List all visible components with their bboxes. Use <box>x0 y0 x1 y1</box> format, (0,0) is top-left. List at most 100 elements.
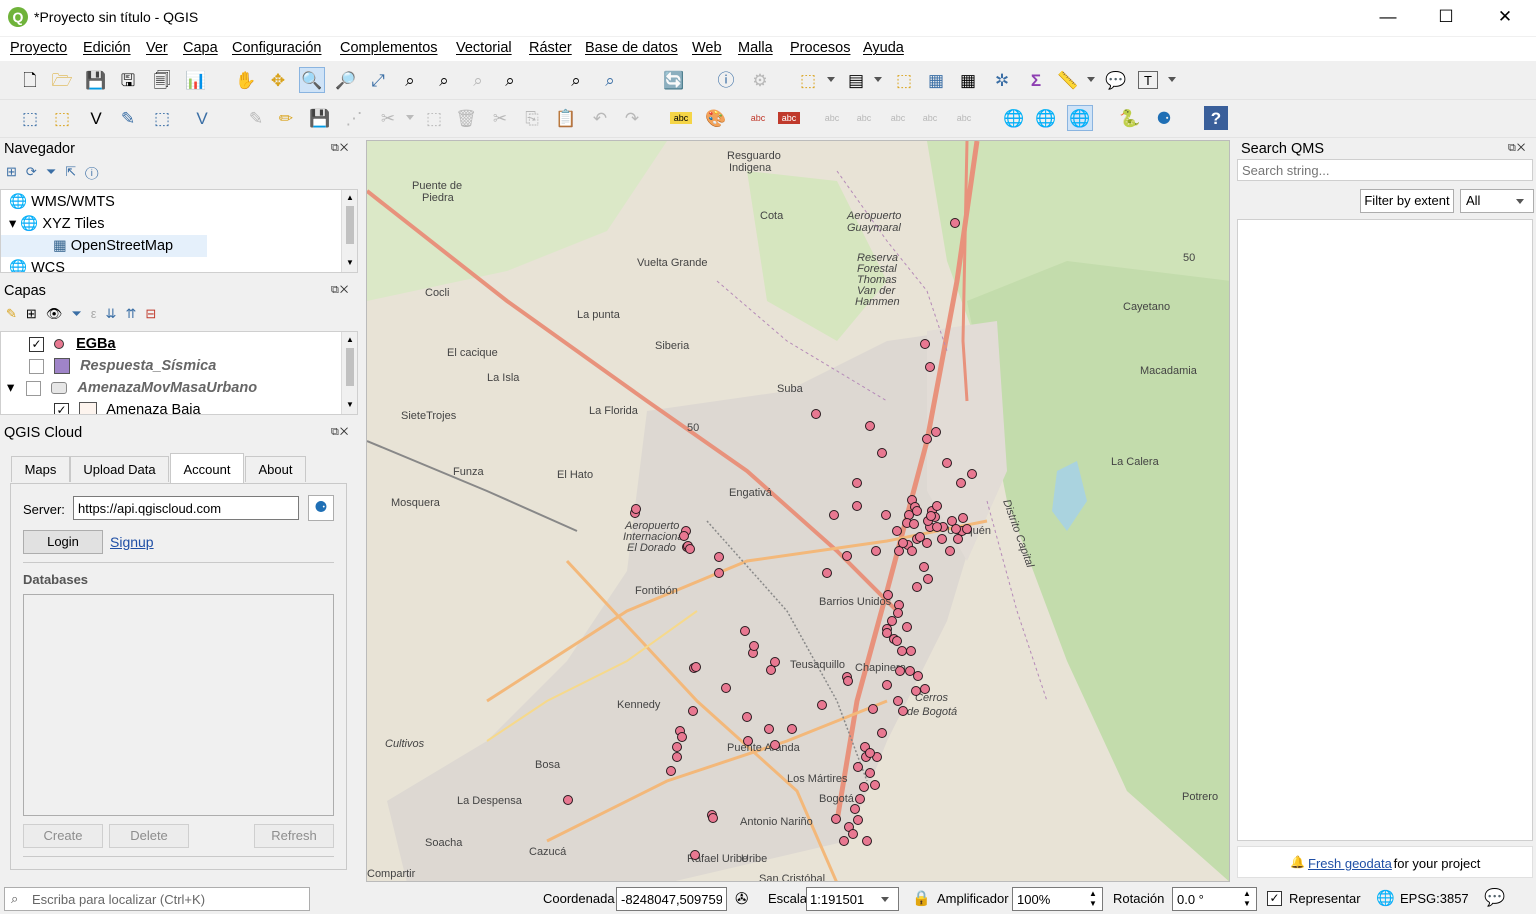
egba-point[interactable] <box>907 546 917 556</box>
undo-icon[interactable]: ↶ <box>588 106 612 130</box>
layers-scrollbar[interactable]: ▲ ▼ <box>341 332 357 414</box>
manage-themes-icon[interactable]: 👁 <box>46 306 72 321</box>
temporal-icon[interactable]: ⌕ <box>598 68 622 92</box>
maximize-button[interactable]: ☐ <box>1417 0 1475 36</box>
virtual-layer-icon[interactable]: V <box>190 106 214 130</box>
egba-point[interactable] <box>766 665 776 675</box>
egba-point[interactable] <box>852 478 862 488</box>
render-checkbox[interactable]: ✓ <box>1267 891 1282 906</box>
egba-point[interactable] <box>932 522 942 532</box>
tab-upload-data[interactable]: Upload Data <box>70 456 169 482</box>
python-console-icon[interactable]: 🐍 <box>1118 106 1142 130</box>
new-temp-layer-icon[interactable]: ✎ <box>116 106 140 130</box>
pan-icon[interactable]: ✋ <box>234 68 258 92</box>
egba-point[interactable] <box>942 458 952 468</box>
layer-labeling-icon[interactable]: 🎨 <box>704 106 728 130</box>
extents-toggle-icon[interactable]: ✇ <box>735 889 748 909</box>
egba-point[interactable] <box>931 427 941 437</box>
egba-point[interactable] <box>666 766 676 776</box>
egba-point[interactable] <box>877 448 887 458</box>
crs-label[interactable]: EPSG:3857 <box>1400 891 1469 906</box>
zoom-native-icon[interactable]: ⌕ <box>466 68 490 92</box>
cloud-plugin-icon[interactable]: ⚈ <box>1152 106 1176 130</box>
egba-point[interactable] <box>911 686 921 696</box>
digitize-icon[interactable]: ⋰ <box>342 106 366 130</box>
menu-ver[interactable]: Ver <box>146 40 168 56</box>
field-calculator-icon[interactable]: ▦ <box>956 68 980 92</box>
cloud-connect-icon[interactable]: ⚈ <box>308 495 334 521</box>
layers-panel-controls-icon[interactable]: ⧉✕ <box>331 284 349 297</box>
add-selected-icon[interactable]: ⊞ <box>6 164 26 179</box>
messages-icon[interactable]: 💬 <box>1484 888 1505 908</box>
map-svg[interactable]: ResguardoIndigena Cota Puente dePiedra Aero… <box>367 141 1230 882</box>
minimize-button[interactable]: — <box>1359 0 1417 36</box>
egba-point[interactable] <box>848 829 858 839</box>
select-features-icon[interactable]: ⬚ <box>796 68 820 92</box>
nav-item-wms[interactable]: 🌐 WMS/WMTS <box>9 191 115 213</box>
layer-checkbox[interactable]: ✓ <box>29 336 44 352</box>
navigator-panel-controls-icon[interactable]: ⧉✕ <box>331 142 349 155</box>
nav-item-xyz[interactable]: ▾ 🌐 XYZ Tiles <box>9 213 104 235</box>
qms-panel-controls-icon[interactable]: ⧉✕ <box>1508 142 1526 155</box>
coordinate-input[interactable] <box>616 887 727 911</box>
egba-point[interactable] <box>853 815 863 825</box>
filter-expression-icon[interactable]: ε <box>91 306 106 321</box>
move-label-icon[interactable]: abc <box>820 106 844 130</box>
zoom-selection-icon[interactable]: ⌕ <box>398 68 422 92</box>
egba-point[interactable] <box>945 546 955 556</box>
egba-point[interactable] <box>742 712 752 722</box>
expander-icon[interactable]: ▾ <box>9 216 16 232</box>
egba-point[interactable] <box>688 706 698 716</box>
actions-icon[interactable]: ⚙ <box>748 68 772 92</box>
egba-point[interactable] <box>920 339 930 349</box>
zoom-out-icon[interactable]: 🔎 <box>334 68 358 92</box>
layer-item-egba[interactable]: ✓ EGBa <box>29 333 116 355</box>
paste-features-icon[interactable]: 📋 <box>554 106 578 130</box>
egba-point[interactable] <box>937 534 947 544</box>
layer-item-amenaza-baja[interactable]: ✓ Amenaza Baja <box>54 399 201 414</box>
egba-point[interactable] <box>920 684 930 694</box>
egba-point[interactable] <box>740 626 750 636</box>
open-project-icon[interactable]: 🗁 <box>50 68 74 92</box>
qms-search-icon[interactable]: 🌐 <box>1067 105 1093 131</box>
new-virtual-layer-icon[interactable]: ⬚ <box>150 106 174 130</box>
server-input[interactable] <box>73 496 299 520</box>
save-project-icon[interactable]: 💾 <box>84 68 108 92</box>
select-by-value-icon[interactable]: ▤ <box>844 68 868 92</box>
egba-point[interactable] <box>909 519 919 529</box>
vertex-tool-icon[interactable]: ✂ <box>376 106 400 130</box>
layer-checkbox[interactable] <box>29 358 44 374</box>
menu-procesos[interactable]: Procesos <box>790 40 850 56</box>
filter-legend-icon[interactable]: ⏷ <box>71 306 90 321</box>
egba-point[interactable] <box>893 696 903 706</box>
egba-point[interactable] <box>852 501 862 511</box>
expand-all-icon[interactable]: ⇊ <box>106 306 126 321</box>
egba-point[interactable] <box>922 434 932 444</box>
egba-point[interactable] <box>685 544 695 554</box>
layer-checkbox[interactable] <box>26 380 42 396</box>
measure-icon[interactable]: 📏 <box>1056 68 1080 92</box>
egba-point[interactable] <box>871 546 881 556</box>
egba-point[interactable] <box>749 641 759 651</box>
close-button[interactable]: ✕ <box>1476 0 1534 36</box>
egba-point[interactable] <box>843 676 853 686</box>
create-button[interactable]: Create <box>23 824 103 848</box>
menu-proyecto[interactable]: Proyecto <box>10 40 67 56</box>
new-map-view-icon[interactable]: ⌕ <box>564 68 588 92</box>
egba-point[interactable] <box>865 748 875 758</box>
egba-point[interactable] <box>708 813 718 823</box>
egba-point[interactable] <box>850 804 860 814</box>
properties-icon[interactable]: ⓘ <box>85 164 107 179</box>
save-edits-icon[interactable]: 💾 <box>308 106 332 130</box>
menu-malla[interactable]: Malla <box>738 40 773 56</box>
egba-point[interactable] <box>925 362 935 372</box>
layer-styling-icon[interactable]: ✎ <box>6 306 26 321</box>
egba-point[interactable] <box>672 742 682 752</box>
egba-point[interactable] <box>951 524 961 534</box>
menu-ayuda[interactable]: Ayuda <box>863 40 904 56</box>
egba-point[interactable] <box>882 628 892 638</box>
egba-point[interactable] <box>956 478 966 488</box>
show-hide-labels-icon[interactable]: abc <box>778 112 800 124</box>
qms-filter-select[interactable]: All <box>1460 189 1534 213</box>
login-button[interactable]: Login <box>23 530 103 554</box>
